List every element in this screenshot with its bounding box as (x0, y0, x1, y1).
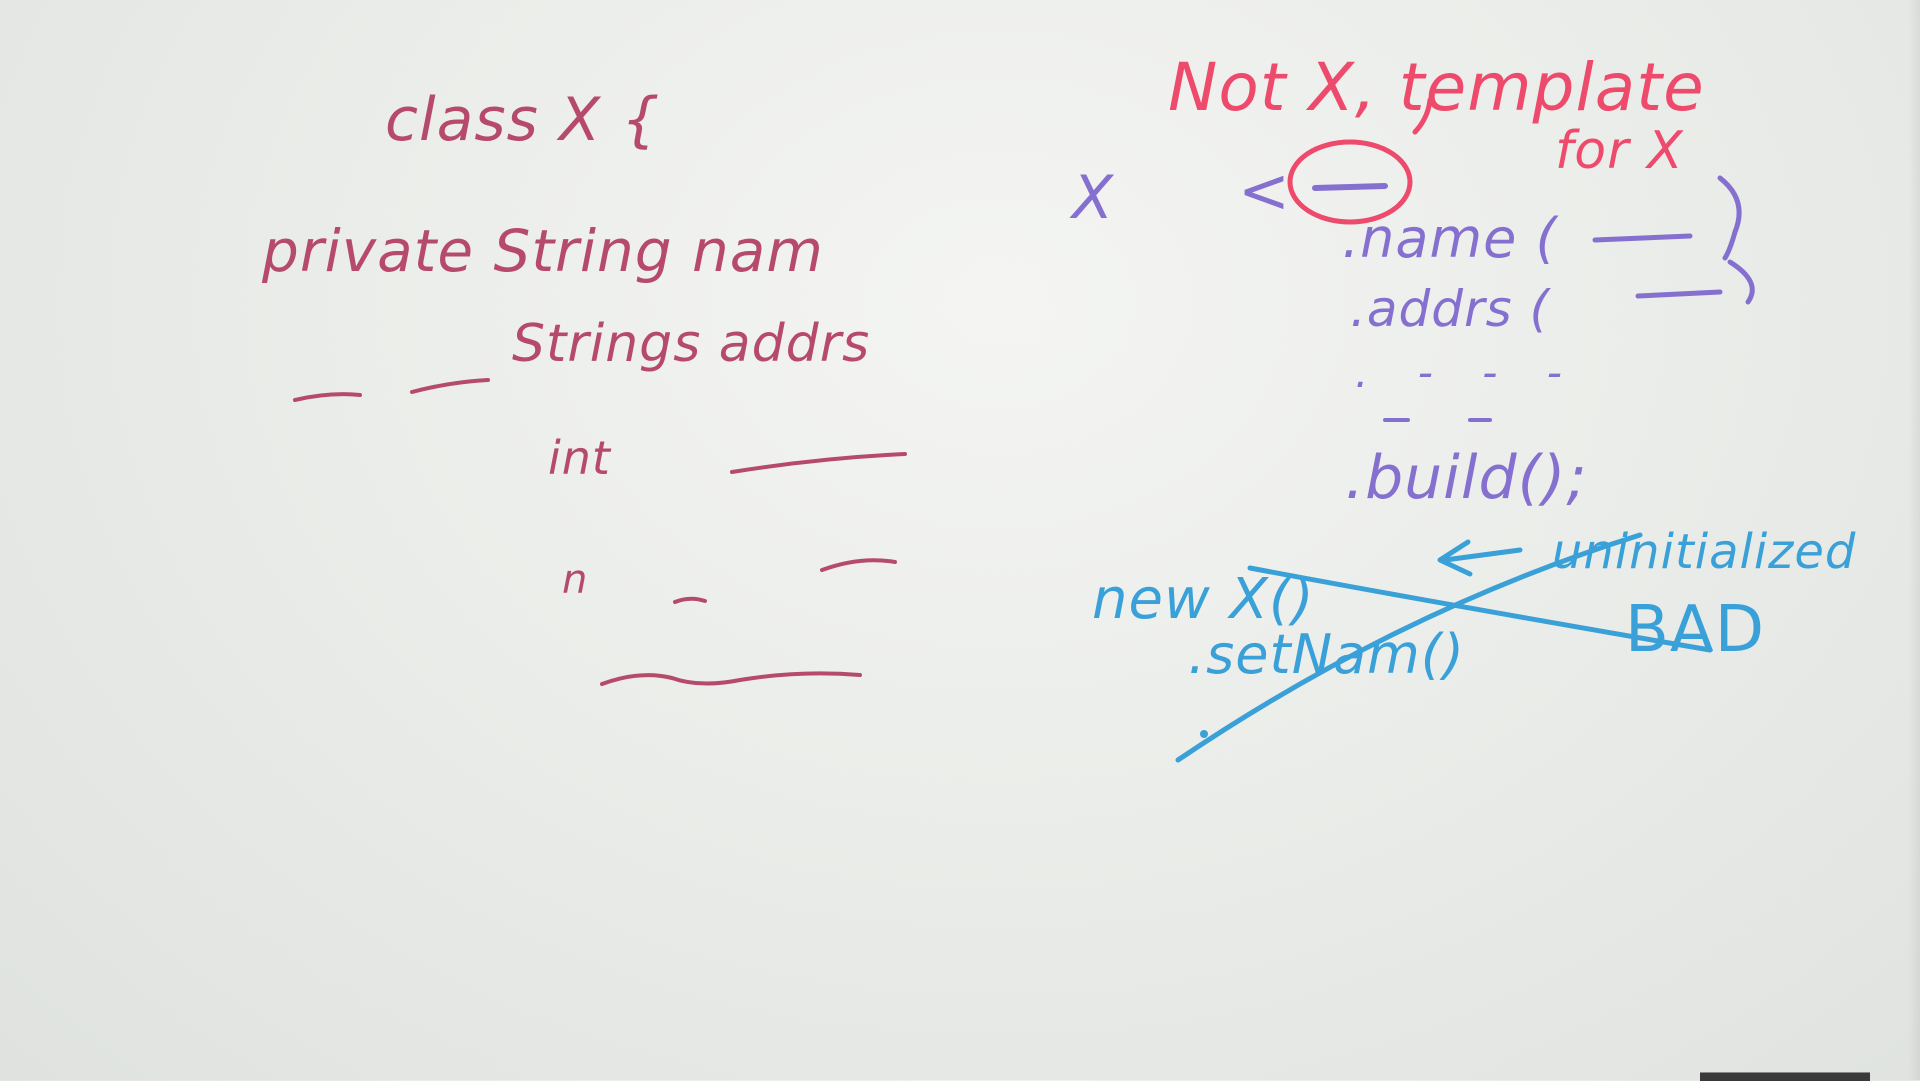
pink-circle (1287, 139, 1413, 225)
whiteboard: class X { private String nam Strings add… (0, 0, 1920, 1081)
blue-strike-1 (1247, 565, 1713, 653)
pink-comma (1412, 97, 1433, 135)
maroon-blank-4 (673, 596, 707, 604)
violet-blank-2 (1635, 289, 1723, 299)
maroon-blank-5 (820, 558, 897, 572)
violet-dash-in-circle (1312, 183, 1388, 191)
violet-blank-1 (1592, 233, 1693, 243)
maroon-blank-2 (410, 378, 490, 394)
blue-dot-start (1200, 730, 1208, 738)
violet-brace-1 (1717, 175, 1742, 261)
board-edge (1908, 0, 1920, 1080)
maroon-blank-1 (293, 392, 362, 402)
maroon-blank-3 (730, 452, 907, 474)
maroon-wave (600, 671, 862, 686)
violet-brace-2 (1727, 259, 1755, 305)
blue-strike-2 (1175, 532, 1643, 763)
marker-strokes (293, 97, 1755, 763)
